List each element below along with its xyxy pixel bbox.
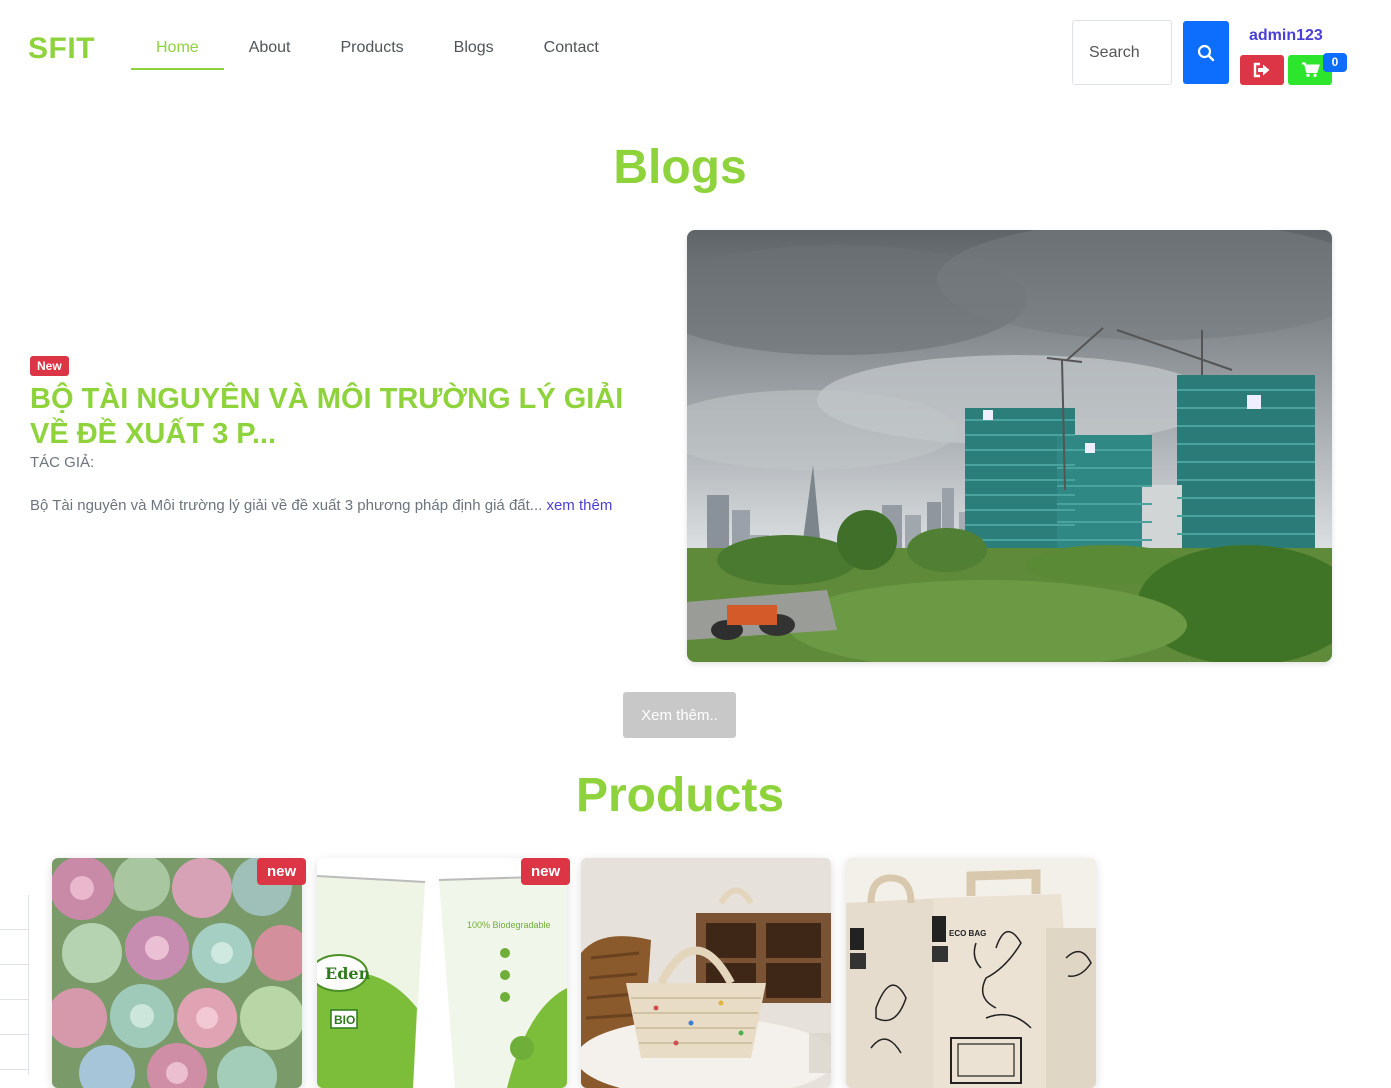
product-card-succulents[interactable] [52,858,302,1088]
nav-about[interactable]: About [224,30,316,70]
nav-products[interactable]: Products [316,30,429,70]
cup-brand-text: Eden [325,964,371,983]
new-badge: New [30,356,69,376]
username-link[interactable]: admin123 [1249,27,1323,45]
cup-bio-text: BIO [334,1013,355,1027]
side-table-fragment [0,895,29,1075]
product-card-paper-cups[interactable]: Eden BIO 100% Biodegradable [317,858,567,1088]
product-card-basket-bag[interactable] [581,858,831,1088]
blogs-section-title: Blogs [613,141,747,194]
search-button[interactable] [1183,21,1229,84]
blog-author: TÁC GIẢ: [30,454,95,471]
site-logo[interactable]: SFIT [28,32,95,66]
sign-out-icon [1253,62,1270,78]
new-badge-product-2: new [521,858,571,885]
new-badge-product-1: new [257,858,307,885]
search-icon [1197,44,1215,61]
cart-count-badge: 0 [1323,53,1347,72]
nav-contact[interactable]: Contact [519,30,624,70]
read-more-link[interactable]: xem thêm [546,497,612,514]
blog-featured-image[interactable] [687,230,1332,662]
see-more-blogs-button[interactable]: Xem thêm.. [623,692,736,738]
products-section-title: Products [575,769,785,822]
logout-button[interactable] [1240,55,1284,85]
blog-title[interactable]: BỘ TÀI NGUYÊN VÀ MÔI TRƯỜNG LÝ GIẢI VỀ Đ… [30,382,670,452]
product-card-paper-bags[interactable]: ECO BAG [846,858,1096,1088]
shopping-cart-icon [1301,62,1320,77]
bag-brand-text: ECO BAG [949,929,986,938]
nav-blogs[interactable]: Blogs [429,30,519,70]
main-nav: Home About Products Blogs Contact [131,30,624,70]
search-input[interactable] [1072,20,1172,85]
cup-biodegradable-text: 100% Biodegradable [467,920,551,930]
nav-home[interactable]: Home [131,30,224,70]
blog-excerpt-text: Bộ Tài nguyên và Môi trường lý giải về đ… [30,497,543,514]
blog-excerpt: Bộ Tài nguyên và Môi trường lý giải về đ… [30,497,612,514]
